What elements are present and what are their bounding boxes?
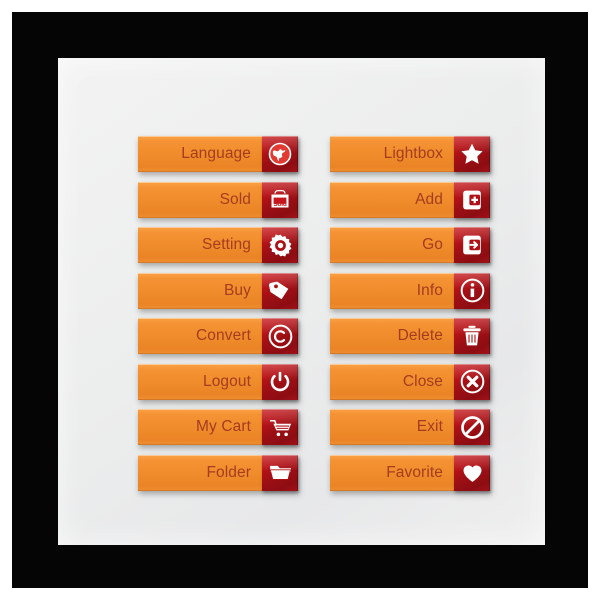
button-language[interactable]: Language <box>138 136 298 172</box>
button-body[interactable]: Add <box>330 181 454 218</box>
sold-sign-icon: Sold <box>262 181 298 218</box>
add-to-box-icon <box>454 181 490 218</box>
button-add[interactable]: Add <box>330 181 490 218</box>
star-icon <box>454 136 490 172</box>
button-lightbox[interactable]: Lightbox <box>330 136 490 172</box>
button-body[interactable]: Favorite <box>330 454 454 491</box>
button-label: Buy <box>223 281 251 299</box>
white-panel: Language Sold Sold Setting Buy Convert L… <box>58 58 545 545</box>
heart-icon <box>454 454 490 491</box>
right-column: Lightbox Add Go Info Delete Close Exit F… <box>330 136 490 491</box>
button-label: Add <box>415 190 443 208</box>
button-label: Exit <box>416 418 443 436</box>
button-label: Folder <box>206 463 251 481</box>
black-frame: Language Sold Sold Setting Buy Convert L… <box>12 12 588 588</box>
button-buy[interactable]: Buy <box>138 272 298 309</box>
button-label: Favorite <box>386 463 443 481</box>
button-delete[interactable]: Delete <box>330 318 490 354</box>
info-circle-icon <box>454 272 490 309</box>
arrow-into-box-icon <box>454 227 490 263</box>
button-body[interactable]: Info <box>330 272 454 309</box>
button-body[interactable]: Setting <box>138 227 262 263</box>
button-body[interactable]: Language <box>138 136 262 172</box>
button-body[interactable]: Go <box>330 227 454 263</box>
button-body[interactable]: Convert <box>138 318 262 354</box>
button-label: Sold <box>219 190 251 208</box>
button-setting[interactable]: Setting <box>138 227 298 263</box>
button-go[interactable]: Go <box>330 227 490 263</box>
trash-icon <box>454 318 490 354</box>
button-label: Close <box>402 372 443 390</box>
power-icon <box>262 363 298 400</box>
button-label: My Cart <box>196 418 251 436</box>
button-body[interactable]: Lightbox <box>330 136 454 172</box>
globe-icon <box>262 136 298 172</box>
price-tag-icon <box>262 272 298 309</box>
button-favorite[interactable]: Favorite <box>330 454 490 491</box>
button-close[interactable]: Close <box>330 363 490 400</box>
button-folder[interactable]: Folder <box>138 454 298 491</box>
button-label: Info <box>416 281 443 299</box>
button-body[interactable]: Exit <box>330 409 454 445</box>
gear-icon <box>262 227 298 263</box>
button-body[interactable]: My Cart <box>138 409 262 445</box>
button-body[interactable]: Sold <box>138 181 262 218</box>
button-label: Go <box>422 236 443 254</box>
button-body[interactable]: Buy <box>138 272 262 309</box>
copyright-icon <box>262 318 298 354</box>
button-my-cart[interactable]: My Cart <box>138 409 298 445</box>
button-convert[interactable]: Convert <box>138 318 298 354</box>
button-label: Logout <box>202 372 251 390</box>
sold-label: Sold <box>273 200 287 208</box>
button-label: Delete <box>397 327 443 345</box>
button-label: Language <box>181 145 251 163</box>
close-circle-icon <box>454 363 490 400</box>
button-sold[interactable]: Sold Sold <box>138 181 298 218</box>
button-exit[interactable]: Exit <box>330 409 490 445</box>
button-label: Setting <box>202 236 251 254</box>
button-grid: Language Sold Sold Setting Buy Convert L… <box>138 136 490 491</box>
button-label: Convert <box>196 327 251 345</box>
button-logout[interactable]: Logout <box>138 363 298 400</box>
artboard: Language Sold Sold Setting Buy Convert L… <box>0 0 600 600</box>
button-info[interactable]: Info <box>330 272 490 309</box>
button-body[interactable]: Close <box>330 363 454 400</box>
button-body[interactable]: Logout <box>138 363 262 400</box>
shopping-cart-icon <box>262 409 298 445</box>
no-entry-icon <box>454 409 490 445</box>
button-body[interactable]: Delete <box>330 318 454 354</box>
button-label: Lightbox <box>383 145 443 163</box>
left-column: Language Sold Sold Setting Buy Convert L… <box>138 136 298 491</box>
button-body[interactable]: Folder <box>138 454 262 491</box>
folder-icon <box>262 454 298 491</box>
